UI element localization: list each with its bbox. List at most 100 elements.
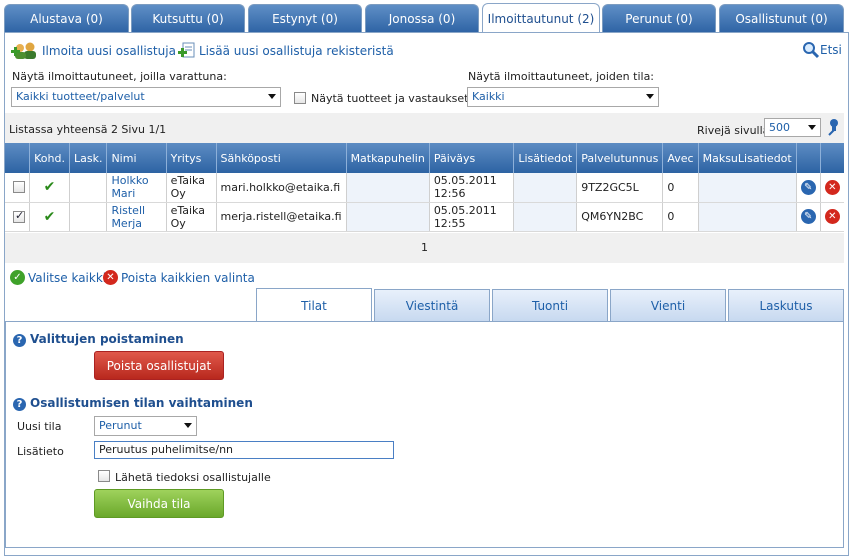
- lask-cell: [69, 202, 108, 232]
- subtab-tuonti[interactable]: Tuonti: [492, 289, 608, 321]
- avec-cell: 0: [662, 202, 699, 232]
- participants-table: Kohd. Lask. Nimi Yritys Sähköposti Matka…: [5, 143, 844, 232]
- tab-ilmoittautunut[interactable]: Ilmoittautunut (2): [482, 3, 600, 33]
- tab-label: Jonossa (0): [388, 11, 456, 26]
- header-name[interactable]: Nimi: [106, 143, 167, 173]
- row-checkbox-cell: [5, 173, 31, 203]
- notify-participant-label: Lähetä tiedoksi osallistujalle: [115, 471, 271, 484]
- tab-osallistunut[interactable]: Osallistunut (0): [719, 4, 844, 32]
- delete-cell: ✕: [820, 173, 844, 203]
- tab-label: Osallistunut (0): [735, 11, 828, 26]
- tab-estynyt[interactable]: Estynyt (0): [248, 4, 362, 32]
- header-code[interactable]: Palvelutunnus: [576, 143, 664, 173]
- tab-perunut[interactable]: Perunut (0): [602, 4, 716, 32]
- edit-icon[interactable]: ✎: [800, 209, 816, 224]
- tab-label: Ilmoittautunut (2): [487, 11, 595, 26]
- row-checkbox[interactable]: [13, 181, 25, 194]
- show-products-checkbox[interactable]: [294, 92, 306, 104]
- delete-icon[interactable]: ✕: [824, 179, 840, 195]
- chevron-down-icon: [268, 94, 276, 99]
- header-kohd[interactable]: Kohd.: [29, 143, 70, 173]
- header-email[interactable]: Sähköposti: [216, 143, 347, 173]
- products-filter-label: Näytä ilmoittautuneet, joilla varattuna:: [12, 70, 227, 83]
- row-checkbox[interactable]: [13, 209, 25, 223]
- rows-per-page-label: Rivejä sivulla: [697, 124, 770, 137]
- code-cell: 9TZ2GC5L: [576, 173, 664, 203]
- edit-cell: ✎: [796, 202, 821, 232]
- list-summary: Listassa yhteensä 2 Sivu 1/1: [9, 123, 167, 136]
- header-avec[interactable]: Avec: [662, 143, 699, 173]
- add-participant-link[interactable]: Ilmoita uusi osallistuja: [10, 40, 176, 62]
- add-from-registry-link[interactable]: Lisää uusi osallistuja rekisteristä: [177, 40, 394, 62]
- info-label: Lisätieto: [17, 445, 64, 458]
- remove-participants-label: Poista osallistujat: [106, 358, 212, 373]
- subtab-laskutus[interactable]: Laskutus: [728, 289, 844, 321]
- header-mobile[interactable]: Matkapuhelin: [346, 143, 430, 173]
- mobile-cell: [346, 202, 430, 232]
- avec-cell: 0: [662, 173, 699, 203]
- email-cell: merja.ristell@etaika.fi: [216, 202, 347, 232]
- pager: 1: [5, 233, 844, 263]
- header-company[interactable]: Yritys: [166, 143, 217, 173]
- participant-name[interactable]: Holkko Mari: [106, 173, 167, 203]
- mobile-cell: [346, 173, 430, 203]
- header-delete: [820, 143, 844, 173]
- code-cell: QM6YN2BC: [576, 202, 664, 232]
- tab-label: Alustava (0): [30, 11, 103, 26]
- tab-alustava[interactable]: Alustava (0): [4, 4, 129, 32]
- status-filter-select[interactable]: Kaikki: [467, 87, 659, 107]
- select-all-link[interactable]: ✓ Valitse kaikki: [10, 270, 106, 285]
- check-icon: ✔: [43, 179, 56, 196]
- info-input[interactable]: Peruutus puhelimitse/nn: [94, 441, 394, 459]
- edit-icon[interactable]: ✎: [800, 179, 816, 195]
- products-filter-select[interactable]: Kaikki tuotteet/palvelut: [11, 87, 281, 107]
- add-users-icon: [11, 42, 36, 59]
- info-input-value: Peruutus puhelimitse/nn: [99, 443, 234, 456]
- tab-label: Kutsuttu (0): [152, 11, 224, 26]
- search-link[interactable]: Etsi: [802, 39, 842, 61]
- header-edit: [796, 143, 821, 173]
- subtab-label: Tuonti: [531, 298, 569, 313]
- lask-cell: [69, 173, 108, 203]
- clear-all-link[interactable]: ✕ Poista kaikkien valinta: [103, 270, 255, 285]
- table-row: ✔ Ristell Merja eTaika Oy merja.ristell@…: [5, 202, 844, 232]
- tab-label: Perunut (0): [625, 11, 693, 26]
- email-cell: mari.holkko@etaika.fi: [216, 173, 347, 203]
- participant-name[interactable]: Ristell Merja: [106, 202, 167, 232]
- date-cell: 05.05.2011 12:56: [429, 173, 515, 203]
- remove-section-title: ? Valittujen poistaminen: [13, 332, 184, 347]
- search-label: Etsi: [820, 43, 842, 57]
- status-filter-label: Näytä ilmoittautuneet, joiden tila:: [468, 70, 655, 83]
- page-number[interactable]: 1: [421, 241, 428, 254]
- add-participant-label: Ilmoita uusi osallistuja: [42, 44, 176, 58]
- header-info[interactable]: Lisätiedot: [513, 143, 578, 173]
- subtab-tilat[interactable]: Tilat: [256, 288, 372, 322]
- clear-all-label: Poista kaikkien valinta: [121, 270, 255, 285]
- info-cell: [513, 173, 578, 203]
- select-all-label: Valitse kaikki: [28, 270, 107, 285]
- tab-label: Estynyt (0): [272, 11, 338, 26]
- delete-cell: ✕: [820, 202, 844, 232]
- row-checkbox-cell: [5, 202, 31, 232]
- pin-icon[interactable]: [825, 118, 842, 136]
- remove-section-title-text: Valittujen poistaminen: [30, 332, 184, 346]
- remove-participants-button[interactable]: Poista osallistujat: [94, 351, 224, 380]
- change-status-button[interactable]: Vaihda tila: [94, 489, 224, 518]
- status-section-title: ? Osallistumisen tilan vaihtaminen: [13, 396, 253, 411]
- status-filter-value: Kaikki: [472, 90, 505, 103]
- header-lask[interactable]: Lask.: [69, 143, 108, 173]
- delete-icon[interactable]: ✕: [824, 209, 840, 224]
- subtab-label: Viestintä: [405, 298, 459, 313]
- header-date[interactable]: Päiväys: [429, 143, 515, 173]
- change-status-label: Vaihda tila: [127, 496, 191, 511]
- subtab-vienti[interactable]: Vienti: [610, 289, 726, 321]
- tab-jonossa[interactable]: Jonossa (0): [365, 4, 479, 32]
- chevron-down-icon: [184, 423, 192, 428]
- header-payinfo[interactable]: MaksuLisatiedot: [698, 143, 797, 173]
- notify-participant-checkbox[interactable]: [98, 470, 110, 482]
- subtab-viestinta[interactable]: Viestintä: [374, 289, 490, 321]
- new-status-select[interactable]: Perunut: [94, 416, 197, 436]
- rows-per-page-select[interactable]: 500: [764, 118, 821, 137]
- info-cell: [513, 202, 578, 232]
- tab-kutsuttu[interactable]: Kutsuttu (0): [131, 4, 245, 32]
